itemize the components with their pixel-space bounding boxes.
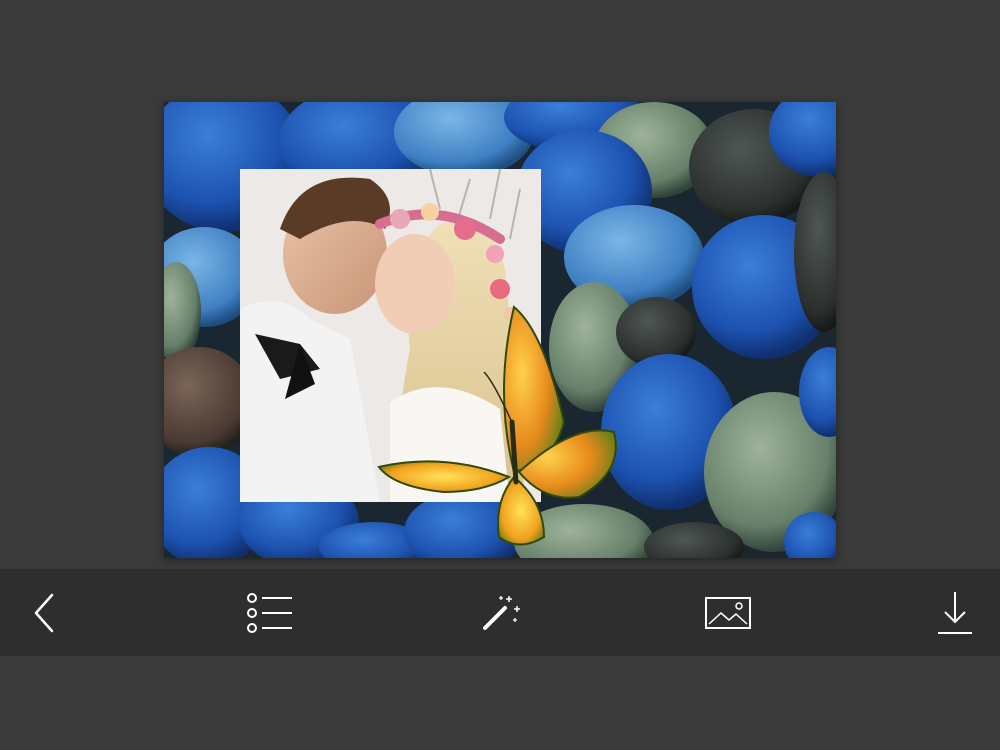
download-icon	[938, 591, 972, 634]
bottom-empty-area	[0, 656, 1000, 750]
bottom-toolbar	[0, 569, 1000, 656]
back-chevron-icon	[34, 593, 54, 632]
download-button[interactable]	[910, 569, 1000, 656]
gallery-button[interactable]	[683, 569, 773, 656]
butterfly-icon	[377, 305, 617, 546]
back-button[interactable]	[0, 569, 90, 656]
butterfly-decoration[interactable]	[374, 302, 619, 552]
magic-wand-icon	[483, 595, 520, 630]
photo-frame-canvas	[164, 102, 836, 558]
image-icon	[705, 596, 751, 629]
frame-list-button[interactable]	[225, 569, 315, 656]
effects-button[interactable]	[455, 569, 545, 656]
list-icon	[247, 592, 292, 633]
